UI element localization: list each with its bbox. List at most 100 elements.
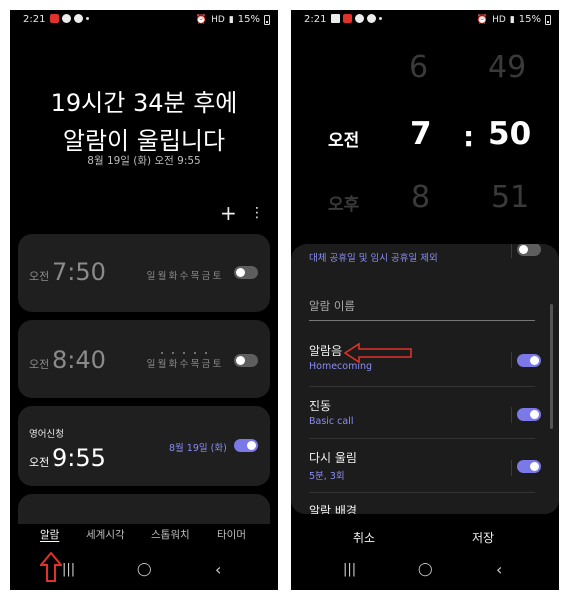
alarm-ampm: 오전 [29,456,50,469]
minute-wheel-above[interactable]: 49 [488,50,526,85]
day-mon: 월 [157,352,167,370]
battery-percent: 15% [237,14,260,25]
recent-apps-icon[interactable]: ||| [62,562,75,577]
status-time: 2:21 [304,14,327,25]
alarm-toggle[interactable] [234,266,258,279]
divider [309,438,535,439]
divider [511,460,512,476]
day-sat: 토 [212,271,222,282]
day-sun: 일 [146,271,156,282]
day-fri: 금 [201,352,211,370]
day-fri: 금 [201,271,211,282]
notification-icons [331,14,382,23]
vibration-value: Basic call [309,416,354,427]
time-until-alarm: 19시간 34분 후에 알람이 울립니다 [10,84,278,160]
snooze-title: 다시 울림 [309,451,357,465]
alarm-card[interactable]: 영어신청 오전 9:55 8월 19일 (화) [18,406,270,486]
headline-line-1: 19시간 34분 후에 [50,89,238,117]
holiday-toggle[interactable] [517,244,541,256]
hour-wheel-above[interactable]: 6 [409,50,428,85]
ampm-wheel-below[interactable]: 오후 [328,190,359,215]
tab-stopwatch[interactable]: 스톱워치 [151,527,190,542]
hour-wheel-below[interactable]: 8 [411,180,430,215]
day-mon: 월 [157,271,167,282]
add-alarm-icon[interactable]: + [220,201,237,225]
home-icon[interactable]: ◯ [137,562,152,577]
snooze-row[interactable]: 다시 울림 5분, 3회 [309,449,541,482]
snooze-toggle[interactable] [517,460,541,473]
alarm-time: 9:55 [52,444,106,472]
status-bar: 2:21 ⏰ HD ▮ 15% [10,10,278,30]
signal-label: HD [211,14,225,25]
more-notifications-dot-icon [379,17,382,20]
gallery-notification-icon [331,14,340,23]
day-tue: 화 [168,271,178,282]
status-bar: 2:21 ⏰ HD ▮ 15% [291,10,559,30]
battery-icon [545,14,551,25]
status-time: 2:21 [23,14,46,25]
minute-wheel-selected[interactable]: 50 [488,116,531,152]
alarm-date: 8월 19일 (화) [169,443,227,454]
vibration-row[interactable]: 진동 Basic call [309,397,541,427]
hour-wheel-selected[interactable]: 7 [410,116,432,152]
alarm-status-icon: ⏰ [195,14,208,25]
alarm-card[interactable]: 오전 7:50 일 월 화 수 목 금 토 [18,234,270,312]
notification-icon [62,14,71,23]
day-sun: 일 [146,359,156,370]
alarm-time: 8:40 [52,346,106,374]
notification-icon [367,14,376,23]
recent-apps-icon[interactable]: ||| [343,562,356,577]
day-thu: 목 [190,271,200,282]
alarm-toggle[interactable] [234,354,258,367]
holiday-subtitle: 대체 공휴일 및 임시 공휴일 제외 [309,253,438,264]
divider [511,407,512,423]
day-sat: 토 [212,359,222,370]
day-wed: 수 [179,352,189,370]
alarm-toggle[interactable] [234,439,258,452]
status-icons: ⏰ HD ▮ 15% [477,14,551,25]
notification-icons [50,14,89,23]
alarm-background-row[interactable]: 알람 배경 [309,502,541,514]
alarm-ampm: 오전 [29,358,50,371]
holiday-setting-row[interactable]: 대체 공휴일 및 임시 공휴일 제외 [309,248,541,264]
tab-timer[interactable]: 타이머 [217,527,246,542]
alarm-days: 일 월 화 수 목 금 토 [146,268,222,282]
divider [511,352,512,368]
alarm-ampm: 오전 [29,270,50,283]
tab-world-clock[interactable]: 세계시각 [86,527,125,542]
annotation-arrow-left-icon [343,342,412,364]
alarm-background-title: 알람 배경 [309,504,357,514]
notification-icon [50,14,59,23]
more-notifications-dot-icon [86,17,89,20]
minute-wheel-below[interactable]: 51 [491,180,529,215]
tab-alarm[interactable]: 알람 [40,527,59,542]
alarm-time: 7:50 [52,258,106,286]
time-separator: : [463,120,475,153]
day-wed: 수 [179,271,189,282]
ampm-wheel-selected[interactable]: 오전 [328,126,359,151]
back-icon[interactable]: ‹ [215,560,221,579]
status-icons: ⏰ HD ▮ 15% [196,14,270,25]
divider [309,492,535,493]
alarm-status-icon: ⏰ [476,14,489,25]
alarm-name-field[interactable] [309,295,535,321]
alarm-edit-screen: 2:21 ⏰ HD ▮ 15% 6 49 오전 7 : 50 오후 8 51 대… [291,10,559,590]
alarm-sound-toggle[interactable] [517,354,541,367]
snooze-value: 5분, 3회 [309,471,345,482]
settings-scrollbar[interactable] [550,304,553,429]
back-icon[interactable]: ‹ [496,560,502,579]
notification-icon [74,14,83,23]
battery-icon [264,14,270,25]
alarm-days: 일 월 화 수 목 금 토 [146,352,222,370]
alarm-name-input[interactable] [309,299,535,313]
home-icon[interactable]: ◯ [418,562,433,577]
alarm-label: 영어신청 [29,429,64,440]
alarm-card[interactable]: 오전 8:40 일 월 화 수 목 금 토 [18,320,270,398]
cancel-button[interactable]: 취소 [353,529,375,546]
vibration-toggle[interactable] [517,408,541,421]
more-options-icon[interactable]: ⋮ [250,205,264,221]
signal-label: HD [492,14,506,25]
save-button[interactable]: 저장 [472,529,494,546]
alarm-list-screen: 2:21 ⏰ HD ▮ 15% 19시간 34분 후에 알람이 울립니다 8월 … [10,10,278,590]
alarm-card[interactable] [18,494,270,524]
